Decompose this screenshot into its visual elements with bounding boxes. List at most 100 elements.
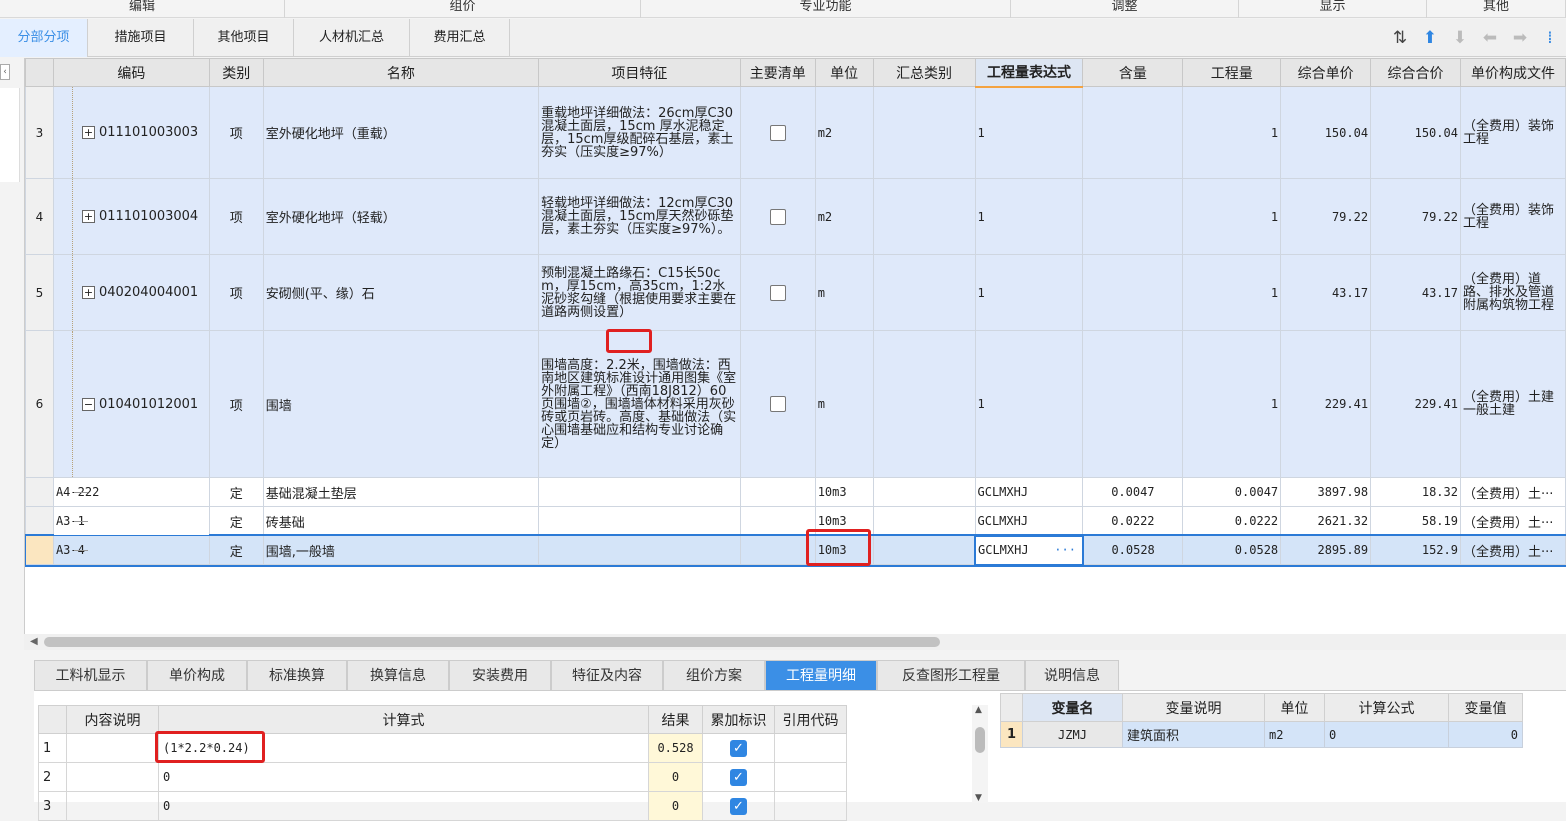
item-total[interactable]: 229.41 — [1370, 330, 1461, 478]
calc-col-result[interactable]: 结果 — [648, 705, 703, 734]
item-expr[interactable]: 1 — [974, 330, 1084, 478]
calc-refcode[interactable] — [774, 762, 847, 792]
quota-summary-type[interactable] — [872, 535, 976, 565]
col-feature[interactable]: 项目特征 — [538, 58, 741, 87]
quota-content[interactable]: 0.0047 — [1082, 477, 1184, 507]
col-total[interactable]: 综合合价 — [1370, 58, 1461, 87]
col-name[interactable]: 名称 — [262, 58, 540, 87]
quota-type[interactable]: 定 — [208, 535, 264, 565]
item-name[interactable]: 室外硬化地坪（重载） — [262, 86, 540, 179]
quota-qty[interactable]: 0.0047 — [1182, 477, 1282, 507]
table-row-selected[interactable]: A3-4 定 围墙,一般墙 10m3 GCLMXHJ ··· 0.0528 0.0… — [25, 533, 1566, 567]
item-expr[interactable]: 1 — [974, 254, 1084, 331]
table-row[interactable]: 4 +011101003004 项 室外硬化地坪（轻载） 轻载地坪详细做法：12… — [25, 178, 1566, 255]
item-unit[interactable]: m2 — [814, 178, 874, 255]
item-total[interactable]: 150.04 — [1370, 86, 1461, 179]
quota-feature[interactable] — [538, 535, 741, 565]
quota-code[interactable]: A3-1 — [52, 506, 210, 536]
calc-row[interactable]: 3 0 0 ✓ — [38, 791, 847, 821]
item-feature[interactable]: 预制混凝土路缘石：C15长50cm，厚15cm，高35cm，1:2水泥砂浆勾缝（… — [538, 254, 741, 331]
expand-icon[interactable]: + — [81, 126, 95, 139]
more-icon[interactable]: ⁞ — [1540, 28, 1560, 48]
quota-type[interactable]: 定 — [208, 506, 264, 536]
sort-icon[interactable]: ⇅ — [1390, 28, 1410, 48]
item-unit[interactable]: m2 — [814, 86, 874, 179]
item-file[interactable]: （全费用）装饰工程 — [1459, 178, 1566, 255]
vars-col-formula[interactable]: 计算公式 — [1324, 693, 1449, 722]
scrollbar-thumb[interactable] — [975, 727, 985, 753]
quota-price[interactable]: 2621.32 — [1280, 506, 1372, 536]
calc-accumulate[interactable]: ✓ — [702, 733, 775, 763]
quota-summary-type[interactable] — [872, 477, 976, 507]
item-name[interactable]: 安砌侧(平、缘）石 — [262, 254, 540, 331]
arrow-right-icon[interactable]: ➡ — [1510, 28, 1530, 48]
table-row[interactable]: A4-222 定 基础混凝土垫层 10m3 GCLMXHJ 0.0047 0.0… — [25, 477, 1566, 507]
item-summary-type[interactable] — [872, 254, 976, 331]
col-code[interactable]: 编码 — [52, 58, 210, 87]
item-name[interactable]: 室外硬化地坪（轻载） — [262, 178, 540, 255]
col-price[interactable]: 综合单价 — [1280, 58, 1372, 87]
calc-refcode[interactable] — [774, 733, 847, 763]
arrow-down-icon[interactable]: ⬇ — [1450, 28, 1470, 48]
main-list-checkbox[interactable] — [769, 208, 786, 225]
tab-fenbu[interactable]: 分部分项 — [0, 19, 88, 57]
tab-anzhuang[interactable]: 安装费用 — [449, 660, 551, 690]
item-qty[interactable]: 1 — [1182, 178, 1282, 255]
tab-shuoming[interactable]: 说明信息 — [1025, 660, 1119, 690]
check-icon[interactable]: ✓ — [730, 739, 747, 757]
scrollbar-thumb[interactable] — [44, 637, 940, 647]
item-total[interactable]: 79.22 — [1370, 178, 1461, 255]
item-qty[interactable]: 1 — [1182, 86, 1282, 179]
quota-feature[interactable] — [538, 506, 741, 536]
main-list-cell[interactable] — [739, 86, 816, 179]
item-name[interactable]: 围墙 — [262, 330, 540, 478]
tab-feiyong[interactable]: 费用汇总 — [410, 19, 510, 57]
item-code-cell[interactable]: −010401012001 — [52, 330, 210, 478]
col-main-list[interactable]: 主要清单 — [739, 58, 816, 87]
calc-row[interactable]: 1 (1*2.2*0.24) 0.528 ✓ — [38, 731, 847, 763]
item-feature[interactable]: 围墙高度：2.2米，围墙做法：西南地区建筑标准设计通用图集《室外附属工程》（西南… — [538, 330, 741, 478]
calc-formula[interactable]: (1*2.2*0.24) — [155, 731, 649, 763]
quota-unit[interactable]: 10m3 — [814, 506, 874, 536]
expand-icon[interactable]: + — [81, 286, 95, 299]
vars-row[interactable]: 1 JZMJ 建筑面积 m2 0 0 — [1000, 721, 1523, 748]
table-row[interactable]: 5 +040204004001 项 安砌侧(平、缘）石 预制混凝土路缘石：C15… — [25, 254, 1566, 331]
quota-main-list[interactable] — [739, 535, 816, 565]
table-row[interactable]: 6 −010401012001 项 围墙 围墙高度：2.2米，围墙做法：西南地区… — [25, 330, 1566, 478]
table-row[interactable]: A3-1 定 砖基础 10m3 GCLMXHJ 0.0222 0.0222 26… — [25, 506, 1566, 536]
calc-refcode[interactable] — [774, 791, 847, 821]
quota-file[interactable]: （全费用）土··· — [1459, 506, 1566, 536]
item-price[interactable]: 79.22 — [1280, 178, 1372, 255]
arrow-left-icon[interactable]: ⬅ — [1480, 28, 1500, 48]
tab-fancha[interactable]: 反查图形工程量 — [877, 660, 1025, 690]
item-content[interactable] — [1082, 330, 1184, 478]
col-type[interactable]: 类别 — [208, 58, 264, 87]
tab-gongchengliang[interactable]: 工程量明细 — [765, 660, 877, 690]
item-feature[interactable]: 重载地坪详细做法：26cm厚C30混凝土面层，15cm 厚水泥稳定层，15cm厚… — [538, 86, 741, 179]
vars-col-unit[interactable]: 单位 — [1264, 693, 1325, 722]
collapse-icon[interactable]: ‹ — [0, 64, 10, 80]
vars-col-value[interactable]: 变量值 — [1448, 693, 1523, 722]
quota-main-list[interactable] — [739, 477, 816, 507]
quota-file[interactable]: （全费用）土··· — [1459, 535, 1566, 565]
calc-desc[interactable] — [66, 733, 159, 763]
item-type[interactable]: 项 — [208, 178, 264, 255]
tab-zujia[interactable]: 组价方案 — [663, 660, 765, 690]
item-qty[interactable]: 1 — [1182, 254, 1282, 331]
tab-biaozhun[interactable]: 标准换算 — [247, 660, 347, 690]
main-list-cell[interactable] — [739, 178, 816, 255]
quota-summary-type[interactable] — [872, 506, 976, 536]
col-unit[interactable]: 单位 — [814, 58, 874, 87]
quota-feature[interactable] — [538, 477, 741, 507]
quota-expr-editor[interactable]: GCLMXHJ ··· — [974, 534, 1084, 566]
item-expr[interactable]: 1 — [974, 178, 1084, 255]
tab-cuoshi[interactable]: 措施项目 — [88, 19, 194, 57]
quota-name[interactable]: 围墙,一般墙 — [262, 535, 540, 565]
expr-more-button[interactable]: ··· — [1054, 543, 1076, 557]
scroll-up-icon[interactable]: ▲ — [975, 705, 982, 715]
item-unit[interactable]: m — [814, 330, 874, 478]
calc-col-accumulate[interactable]: 累加标识 — [702, 705, 775, 734]
item-summary-type[interactable] — [872, 178, 976, 255]
calc-accumulate[interactable]: ✓ — [702, 791, 775, 821]
item-file[interactable]: （全费用）装饰工程 — [1459, 86, 1566, 179]
